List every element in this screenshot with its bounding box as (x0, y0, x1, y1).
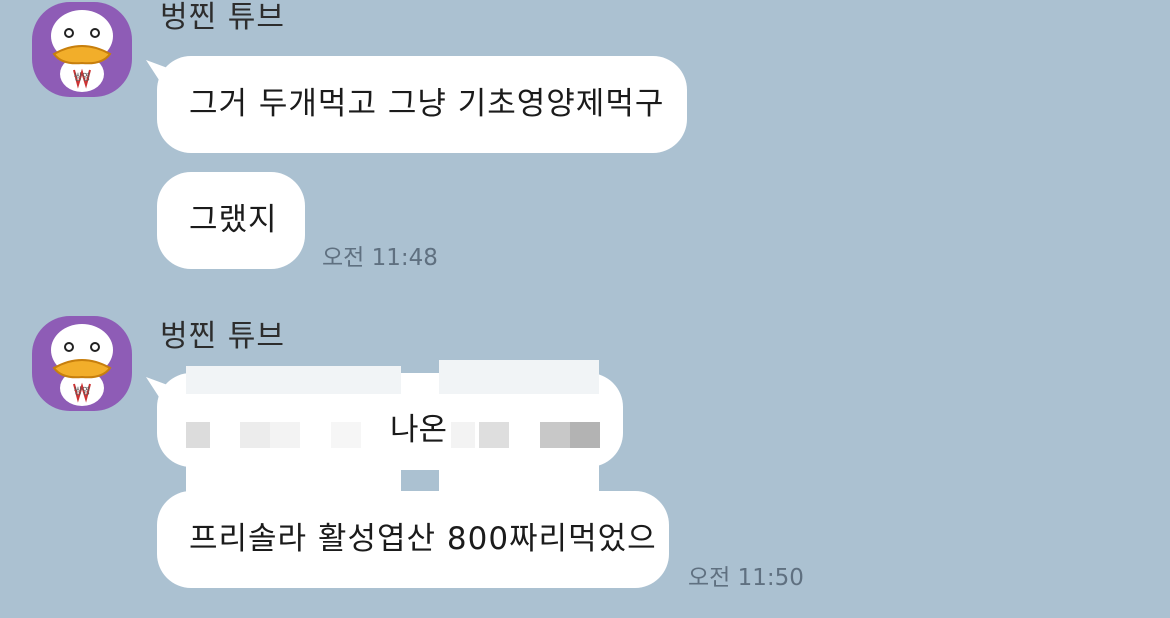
sender-name: 벙찐 튜브 (160, 0, 285, 35)
message-bubble[interactable]: 그거 두개먹고 그냥 기초영양제먹구 (157, 56, 687, 153)
sender-name: 벙찐 튜브 (160, 319, 285, 354)
duck-character-icon: 쌍영 (51, 10, 113, 92)
message-timestamp: 오전 11:48 (322, 245, 438, 271)
partial-visible-text: 나온 (390, 412, 448, 448)
message-timestamp: 오전 11:50 (688, 565, 804, 591)
message-bubble[interactable]: 그랬지 (157, 172, 305, 269)
duck-character-icon: 쌍영 (51, 324, 113, 406)
svg-text:쌍영: 쌍영 (74, 72, 91, 83)
message-bubble[interactable]: 프리솔라 활성엽산 800짜리먹었으 (157, 491, 669, 588)
avatar[interactable]: 쌍영 (32, 2, 132, 97)
avatar[interactable]: 쌍영 (32, 316, 132, 411)
svg-text:쌍영: 쌍영 (74, 386, 91, 397)
message-text: 그거 두개먹고 그냥 기초영양제먹구 (189, 86, 665, 122)
message-text: 그랬지 (189, 202, 278, 238)
message-text: 프리솔라 활성엽산 800짜리먹었으 (189, 521, 657, 557)
